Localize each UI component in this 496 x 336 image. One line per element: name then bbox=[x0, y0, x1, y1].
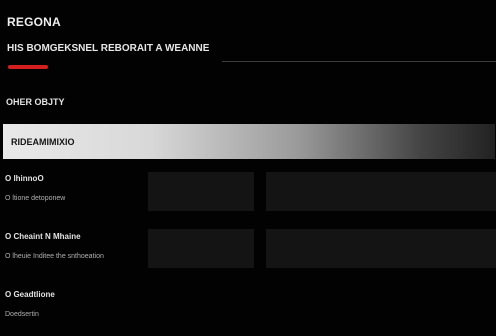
page-title: REGONA bbox=[7, 15, 61, 29]
option-name: O lhinnoO bbox=[5, 174, 44, 183]
option-name: O Geadtlione bbox=[5, 290, 55, 299]
selected-option-row[interactable]: RIDEAMIMIXIO bbox=[3, 124, 495, 159]
option-name: O Cheaint N Mhaine bbox=[5, 232, 81, 241]
menu-screen: REGONA HIS BOMGEKSNEL REBORAIT A WEANNE … bbox=[0, 0, 496, 336]
placeholder-panel bbox=[148, 229, 254, 268]
page-subtitle: HIS BOMGEKSNEL REBORAIT A WEANNE bbox=[7, 43, 210, 54]
option-description: O ltione detoponew bbox=[5, 195, 66, 202]
section-label: OHER OBJTY bbox=[6, 97, 65, 107]
placeholder-panel bbox=[266, 229, 496, 268]
menu-option[interactable]: O Geadtlione Doedsertin bbox=[5, 290, 55, 318]
placeholder-panel bbox=[266, 172, 496, 211]
menu-option[interactable]: O lhinnoO O ltione detoponew bbox=[5, 174, 65, 202]
placeholder-panel bbox=[148, 172, 254, 211]
option-description: Doedsertin bbox=[5, 311, 39, 318]
selected-option-label: RIDEAMIMIXIO bbox=[11, 136, 75, 147]
active-tab-indicator bbox=[8, 65, 48, 69]
menu-option[interactable]: O Cheaint N Mhaine O lheuie Inditee the … bbox=[5, 232, 104, 260]
header-divider bbox=[222, 61, 496, 62]
option-description: O lheuie Inditee the snthoeation bbox=[5, 253, 104, 260]
